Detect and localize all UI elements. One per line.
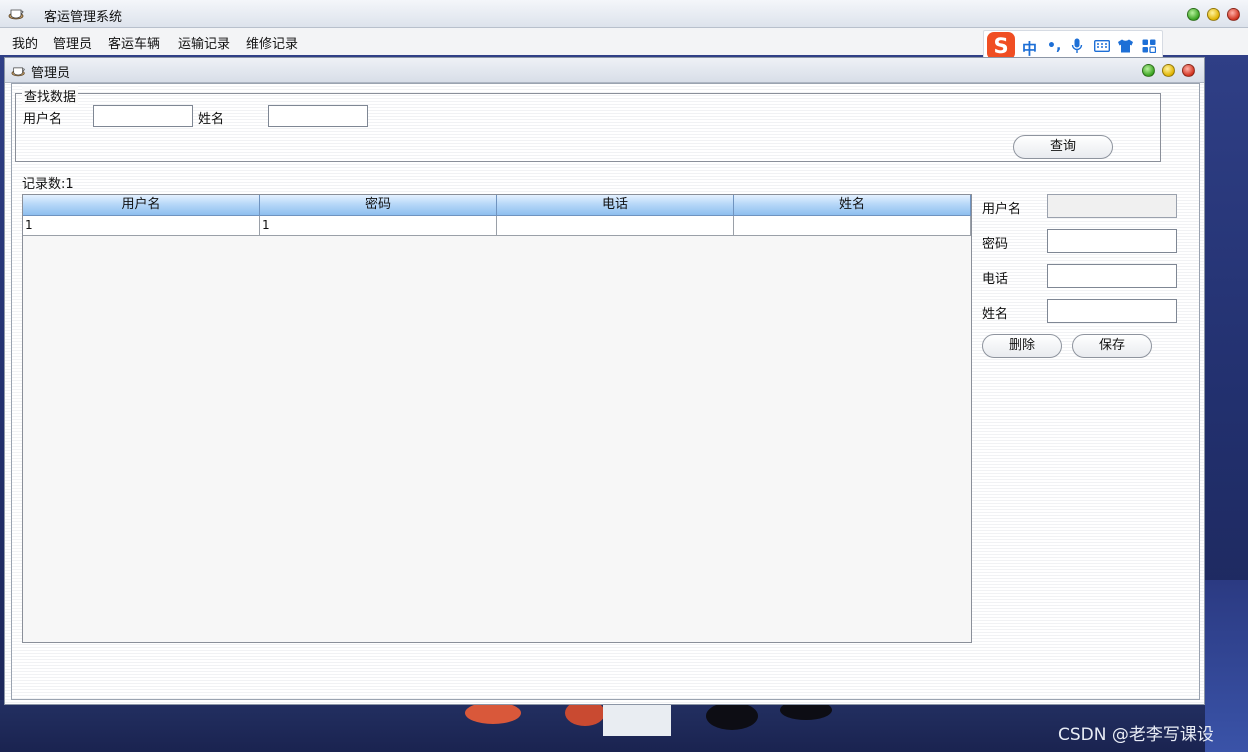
inner-maximize-button[interactable] (1142, 64, 1155, 77)
query-button[interactable]: 查询 (1013, 135, 1113, 159)
column-header-name[interactable]: 姓名 (734, 195, 971, 216)
search-group: 查找数据 用户名 姓名 查询 (15, 86, 1161, 162)
admin-table[interactable]: 用户名 密码 电话 姓名 1 1 (22, 194, 972, 643)
ime-mode-toggle[interactable]: 中 (1022, 38, 1037, 59)
keyboard-icon[interactable] (1094, 40, 1110, 52)
search-group-legend: 查找数据 (22, 86, 79, 105)
wallpaper-shape (603, 700, 671, 736)
close-button[interactable] (1227, 8, 1240, 21)
wallpaper-shape (465, 702, 521, 724)
watermark-text: CSDN @老李写课设 (1058, 725, 1214, 745)
form-phone-input[interactable] (1047, 264, 1177, 288)
microphone-icon[interactable] (1071, 38, 1083, 54)
form-username-label: 用户名 (982, 202, 1022, 217)
inner-content-panel: 查找数据 用户名 姓名 查询 记录数:1 用户名 密码 电话 姓名 1 1 用户… (11, 83, 1200, 700)
punctuation-toggle[interactable]: •, (1047, 38, 1061, 54)
inner-window-title: 管理员 (31, 66, 71, 81)
search-username-input[interactable] (93, 105, 193, 127)
form-password-label: 密码 (982, 237, 1009, 252)
skin-shirt-icon[interactable] (1117, 39, 1134, 53)
form-phone-label: 电话 (982, 272, 1009, 287)
column-header-username[interactable]: 用户名 (23, 195, 260, 216)
app-title: 客运管理系统 (44, 10, 123, 25)
search-name-label: 姓名 (198, 112, 225, 127)
inner-titlebar[interactable]: 管理员 (5, 58, 1204, 83)
save-button[interactable]: 保存 (1072, 334, 1152, 358)
table-row[interactable]: 1 1 (23, 216, 971, 236)
table-header: 用户名 密码 电话 姓名 (23, 195, 971, 216)
menu-transport-records[interactable]: 运输记录 (178, 33, 230, 52)
table-cell[interactable] (497, 216, 734, 236)
search-name-input[interactable] (268, 105, 368, 127)
maximize-button[interactable] (1187, 8, 1200, 21)
table-cell[interactable]: 1 (260, 216, 497, 236)
toolbox-grid-icon[interactable] (1142, 39, 1156, 53)
form-name-label: 姓名 (982, 307, 1009, 322)
form-password-input[interactable] (1047, 229, 1177, 253)
minimize-button[interactable] (1207, 8, 1220, 21)
form-name-input[interactable] (1047, 299, 1177, 323)
table-cell[interactable]: 1 (23, 216, 260, 236)
record-count-label: 记录数:1 (22, 177, 74, 192)
form-username-input (1047, 194, 1177, 218)
app-titlebar: 客运管理系统 (0, 0, 1248, 28)
menu-repair-records[interactable]: 维修记录 (246, 33, 298, 52)
desktop-wallpaper-strip: CSDN @老李写课设 (0, 580, 1248, 752)
column-header-phone[interactable]: 电话 (497, 195, 734, 216)
search-username-label: 用户名 (23, 112, 63, 127)
table-cell[interactable] (734, 216, 971, 236)
admin-internal-frame: 管理员 查找数据 用户名 姓名 查询 记录数:1 用户名 密码 电话 姓名 1 (4, 57, 1205, 705)
menu-my[interactable]: 我的 (12, 33, 38, 52)
coffee-cup-icon (11, 67, 25, 77)
sogou-logo-icon[interactable]: S (987, 32, 1015, 60)
menu-admin[interactable]: 管理员 (53, 33, 92, 52)
coffee-cup-icon (8, 9, 24, 20)
delete-button[interactable]: 删除 (982, 334, 1062, 358)
menu-vehicles[interactable]: 客运车辆 (108, 33, 160, 52)
column-header-password[interactable]: 密码 (260, 195, 497, 216)
inner-close-button[interactable] (1182, 64, 1195, 77)
inner-minimize-button[interactable] (1162, 64, 1175, 77)
wallpaper-shape (706, 702, 758, 730)
